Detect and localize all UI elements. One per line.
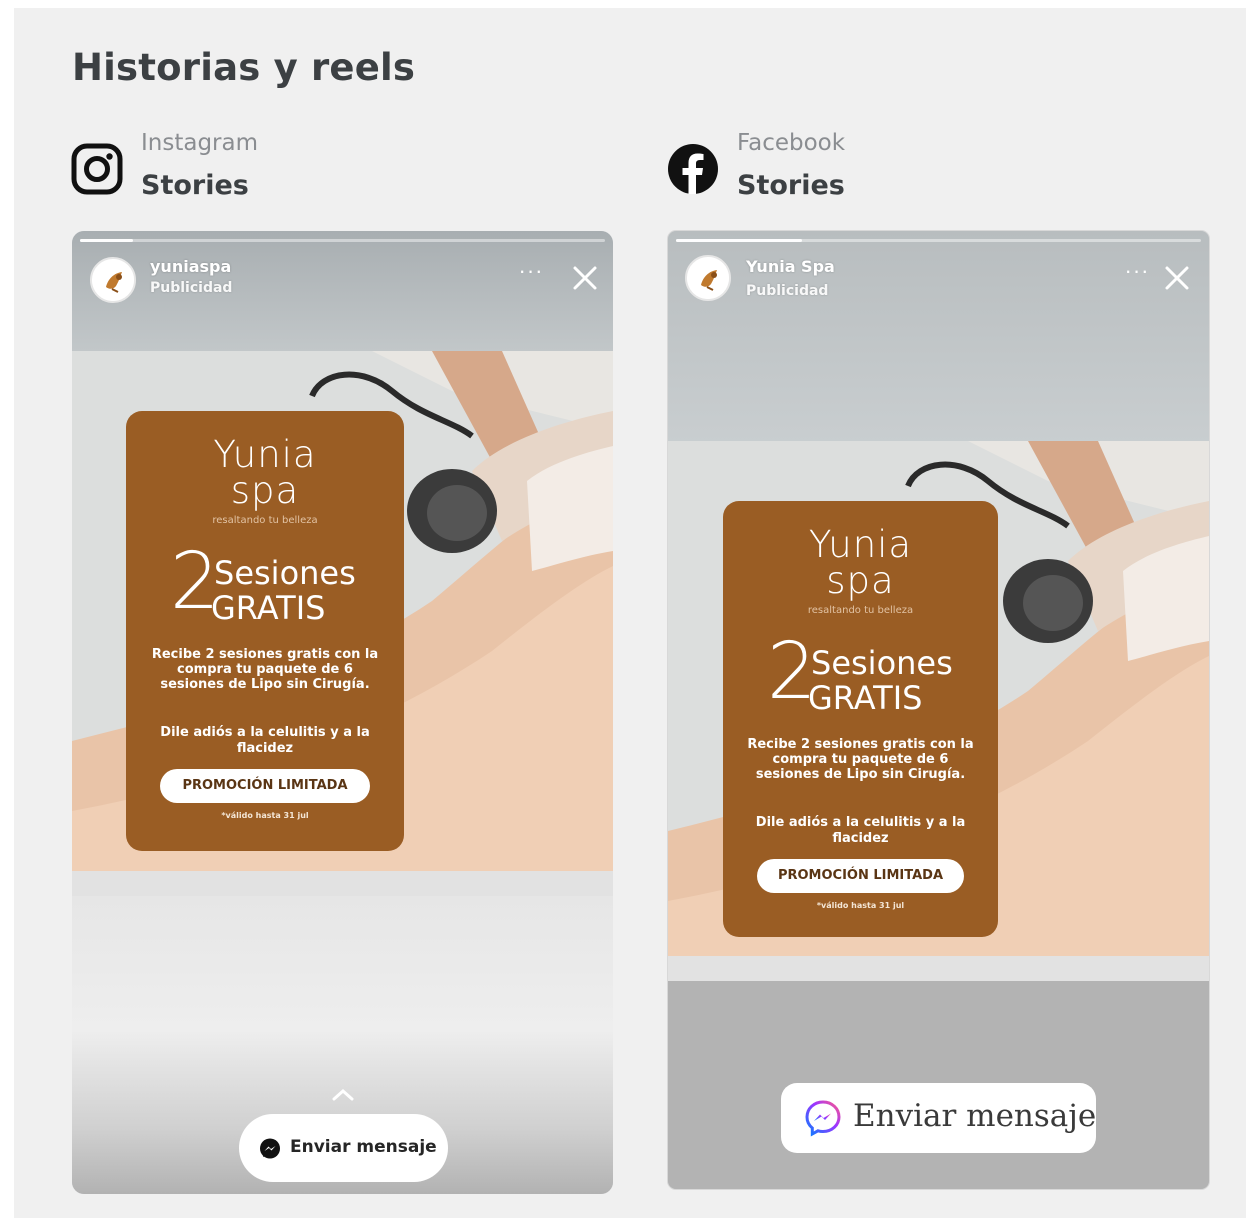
- promo-tagline: resaltando tu belleza: [807, 605, 914, 616]
- story-progress-bar: [80, 239, 605, 242]
- instagram-story-preview[interactable]: yuniaspa Publicidad ··· Yunia spa resalt…: [72, 231, 613, 1194]
- send-message-label: Enviar mensaje: [853, 1098, 1097, 1134]
- promo-description: Recibe 2 sesiones gratis con la compra t…: [747, 737, 974, 782]
- promo-card: Yunia spa resaltando tu belleza 2 Sesion…: [723, 501, 998, 937]
- story-account-name[interactable]: yuniaspa: [150, 257, 231, 276]
- send-message-button[interactable]: Enviar mensaje: [781, 1083, 1096, 1153]
- more-options-icon[interactable]: ···: [516, 260, 546, 285]
- send-message-button[interactable]: Enviar mensaje: [239, 1114, 448, 1182]
- promo-cta-pill: PROMOCIÓN LIMITADA: [757, 859, 964, 893]
- platform-format: Stories: [141, 170, 249, 201]
- promo-description: Recibe 2 sesiones gratis con la compra t…: [151, 647, 379, 692]
- messenger-icon: [260, 1138, 280, 1159]
- promo-offer-line2: GRATIS: [211, 589, 326, 627]
- promo-brand-sub: spa: [826, 559, 895, 602]
- chevron-up-icon[interactable]: [330, 1087, 356, 1103]
- promo-card: Yunia spa resaltando tu belleza 2 Sesion…: [126, 411, 404, 851]
- promo-note: *válido hasta 31 jul: [221, 811, 309, 820]
- messenger-icon: [805, 1100, 841, 1137]
- facebook-story-preview[interactable]: Yunia Spa Publicidad ··· Yunia spa resal…: [668, 231, 1209, 1189]
- sponsored-label: Publicidad: [150, 280, 233, 296]
- avatar[interactable]: [90, 257, 136, 303]
- promo-note: *válido hasta 31 jul: [816, 901, 905, 910]
- promo-offer-line1: Sesiones: [811, 644, 953, 682]
- close-icon[interactable]: [571, 264, 599, 292]
- promo-tagline: resaltando tu belleza: [212, 515, 318, 526]
- promo-offer-line1: Sesiones: [214, 554, 356, 592]
- avatar[interactable]: [685, 255, 731, 301]
- ad-preview-panel: Historias y reels Instagram Stories Face…: [14, 8, 1246, 1218]
- instagram-icon: [71, 143, 123, 195]
- platform-name: Facebook: [737, 130, 846, 156]
- promo-cta-pill: PROMOCIÓN LIMITADA: [160, 769, 370, 803]
- close-icon[interactable]: [1163, 264, 1191, 292]
- story-account-name[interactable]: Yunia Spa: [746, 257, 835, 276]
- section-title: Historias y reels: [72, 46, 416, 89]
- promo-brand-sub: spa: [230, 469, 300, 512]
- platform-format: Stories: [737, 170, 845, 201]
- promo-description-2: Dile adiós a la celulitis y a la flacide…: [755, 815, 966, 846]
- more-options-icon[interactable]: ···: [1122, 260, 1152, 285]
- promo-description-2: Dile adiós a la celulitis y a la flacide…: [160, 725, 370, 756]
- promo-offer-line2: GRATIS: [808, 679, 923, 717]
- send-message-label: Enviar mensaje: [290, 1137, 437, 1157]
- facebook-icon: [668, 144, 718, 194]
- story-progress-bar: [676, 239, 1201, 242]
- platform-name: Instagram: [141, 130, 259, 156]
- sponsored-label: Publicidad: [746, 283, 829, 299]
